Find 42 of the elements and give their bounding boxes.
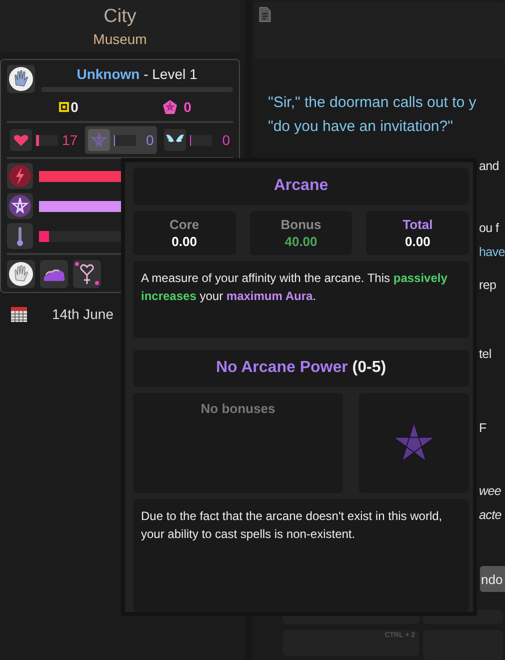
hand-icon[interactable] — [7, 65, 35, 93]
bonus-text: No bonuses — [200, 401, 276, 418]
thermometer-icon — [7, 223, 33, 249]
description-text: A measure of your affinity with the arcane. This passively increases your maximum Aura. — [141, 270, 448, 305]
action-button[interactable]: ndo — [480, 566, 505, 592]
story-text: ou f — [479, 220, 499, 238]
stat-item[interactable]: 0 — [160, 126, 233, 154]
date-text: 14th June — [52, 306, 114, 322]
pentagram-icon — [7, 193, 33, 219]
dialogue-text: "do you have an invitation?" — [268, 117, 454, 138]
stat-label: Core — [170, 216, 200, 232]
story-text: tel — [479, 346, 492, 364]
stat-value: 40.00 — [284, 234, 318, 249]
power-description: Due to the fact that the arcane doesn't exist in this world, your ability to cast spells is non-existent. — [141, 508, 444, 544]
currency-amount: 0 — [184, 99, 192, 115]
stat-label: Bonus — [280, 216, 322, 232]
document-icon[interactable] — [258, 6, 272, 23]
story-text: have — [479, 244, 505, 262]
story-text: wee — [479, 483, 502, 500]
currency-amount: 0 — [70, 99, 78, 115]
coin-icon — [58, 102, 69, 112]
stat-value: 0.00 — [172, 234, 197, 249]
stat-label: Total — [402, 216, 433, 232]
place-name: Museum — [93, 30, 147, 46]
lightning-icon — [7, 163, 33, 189]
story-text: and — [479, 158, 499, 176]
story-text: F — [479, 420, 486, 438]
cloud-icon[interactable] — [40, 260, 68, 288]
stat-value: 0.00 — [405, 234, 430, 249]
character-name: Unknown - Level 1 — [76, 66, 198, 82]
pentagon-gem-icon — [162, 99, 178, 115]
dialogue-text: "Sir," the doorman calls out to y — [268, 93, 478, 114]
power-title: No Arcane Power (0-5) — [133, 350, 469, 388]
wings-icon — [164, 129, 186, 151]
hand-icon[interactable] — [7, 260, 35, 288]
stat-item[interactable]: 17 — [7, 126, 81, 154]
stat-item[interactable]: 0 — [84, 126, 157, 154]
story-text: rep — [479, 277, 496, 294]
tooltip-title: Arcane — [133, 168, 469, 205]
city-name: City — [104, 6, 136, 28]
story-text: acte — [479, 507, 502, 524]
calendar-icon — [10, 305, 28, 323]
